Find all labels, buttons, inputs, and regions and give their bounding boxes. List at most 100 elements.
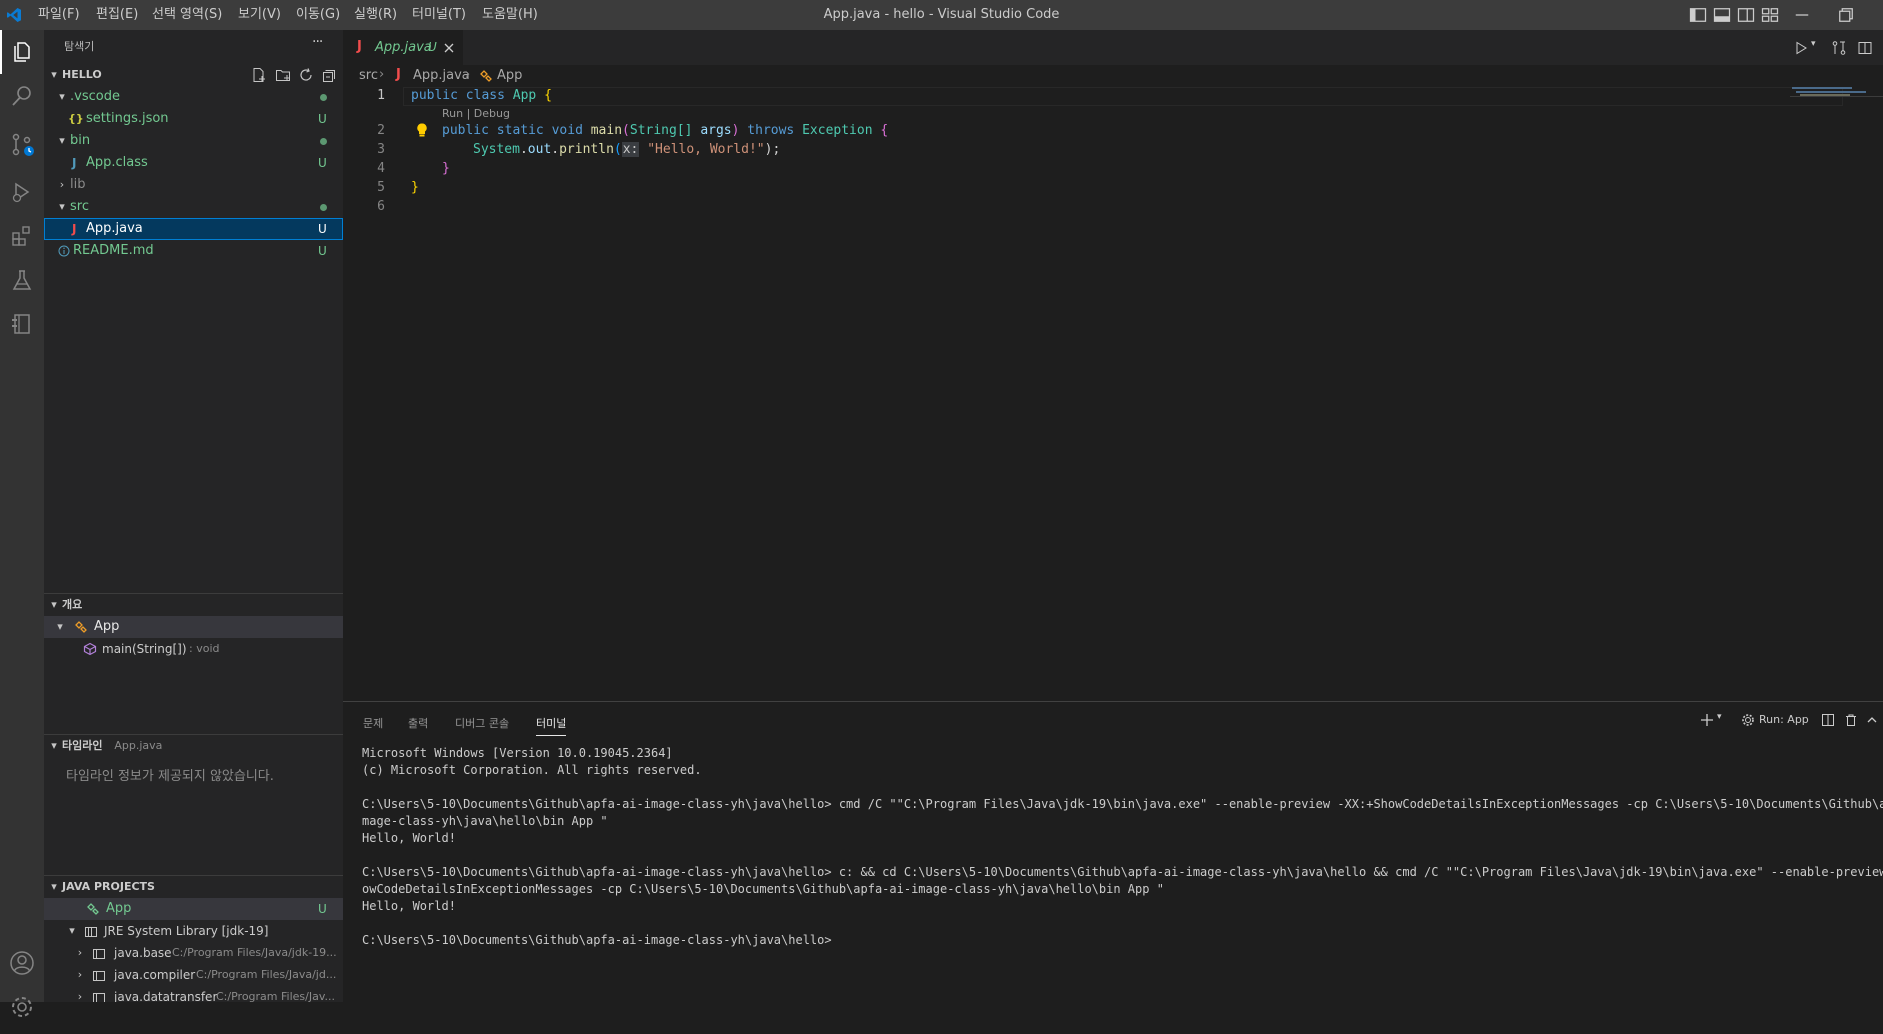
toggle-panel-icon[interactable] <box>1712 5 1732 25</box>
tree-item-vscode[interactable]: ▾ .vscode <box>44 86 343 108</box>
outline-item-method[interactable]: main(String[]) : void <box>44 638 343 660</box>
activity-extensions[interactable] <box>0 214 44 258</box>
gear-icon[interactable] <box>1741 713 1755 727</box>
code-line-3: System.out.println(x: "Hello, World!"); <box>473 142 781 157</box>
new-file-icon[interactable] <box>251 67 267 83</box>
status-dot <box>320 138 327 145</box>
activity-explorer[interactable] <box>0 30 44 74</box>
code-editor[interactable]: 1 public class App { Run | Debug 2 publi… <box>343 87 1883 697</box>
terminal-line: Hello, World! <box>362 831 456 845</box>
terminal-line: mage-class-yh\java\hello\bin App " <box>362 814 608 828</box>
chevron-down-icon: ▾ <box>57 620 63 633</box>
breadcrumb-src[interactable]: src <box>359 68 378 83</box>
chevron-down-icon[interactable]: ▾ <box>1717 712 1722 722</box>
menu-go[interactable]: 이동(G) <box>296 0 340 30</box>
info-icon <box>58 245 70 257</box>
menu-selection[interactable]: 선택 영역(S) <box>152 0 222 30</box>
codelens-run-debug[interactable]: Run | Debug <box>442 107 510 120</box>
menu-help[interactable]: 도움말(H) <box>482 0 538 30</box>
tree-item-bin[interactable]: ▾ bin <box>44 130 343 152</box>
menu-run[interactable]: 실행(R) <box>354 0 397 30</box>
toggle-secondary-sidebar-icon[interactable] <box>1736 5 1756 25</box>
menu-file[interactable]: 파일(F) <box>38 0 80 30</box>
module-path: C:/Program Files/Java/jdk-19... <box>172 946 337 959</box>
tab-output[interactable]: 출력 <box>408 715 428 731</box>
untracked-badge: U <box>318 222 327 236</box>
new-folder-icon[interactable] <box>275 67 291 83</box>
customize-layout-icon[interactable] <box>1760 5 1780 25</box>
terminal-line: C:\Users\5-10\Documents\Github\apfa-ai-i… <box>362 797 1883 811</box>
chevron-down-icon[interactable]: ▾ <box>1811 39 1816 49</box>
toggle-sidebar-icon[interactable] <box>1688 5 1708 25</box>
java-projects-icon <box>12 314 30 334</box>
activity-java-projects[interactable] <box>0 302 44 346</box>
module-java-compiler[interactable]: › java.compiler C:/Program Files/Java/jd… <box>44 964 343 986</box>
java-projects-header[interactable]: ▾ JAVA PROJECTS <box>44 876 343 898</box>
refresh-icon[interactable] <box>298 67 314 83</box>
terminal[interactable]: Microsoft Windows [Version 10.0.19045.23… <box>343 742 1883 1002</box>
tab-app-java[interactable]: J App.java U <box>343 30 463 65</box>
vscode-logo-icon <box>7 8 21 22</box>
tree-item-readme[interactable]: README.md U <box>44 240 343 262</box>
untracked-badge: U <box>318 156 327 170</box>
timeline-header[interactable]: ▾ 타임라인 App.java <box>44 735 343 757</box>
line-number: 5 <box>377 180 385 195</box>
java-project-app[interactable]: App U <box>44 898 343 920</box>
breadcrumb-file[interactable]: App.java <box>413 68 470 83</box>
tree-item-app-java[interactable]: J App.java U <box>44 218 343 240</box>
terminal-run-label[interactable]: Run: App <box>1759 713 1809 726</box>
tree-item-label: settings.json <box>86 111 169 126</box>
terminal-line: owCodeDetailsInExceptionMessages -cp C:\… <box>362 882 1164 896</box>
chevron-down-icon: ▾ <box>59 90 65 103</box>
module-java-base[interactable]: › java.base C:/Program Files/Java/jdk-19… <box>44 942 343 964</box>
chevron-down-icon: ▾ <box>51 598 57 611</box>
tree-item-settings-json[interactable]: {} settings.json U <box>44 108 343 130</box>
outline-class-label: App <box>94 619 120 634</box>
line-number: 2 <box>377 123 385 138</box>
more-actions-icon[interactable]: ··· <box>312 34 323 50</box>
timeline-empty-message: 타임라인 정보가 제공되지 않았습니다. <box>66 769 274 784</box>
line-number: 6 <box>377 199 385 214</box>
chevron-up-icon[interactable] <box>1865 713 1879 727</box>
tree-item-src[interactable]: ▾ src <box>44 196 343 218</box>
java-projects-title: JAVA PROJECTS <box>62 880 155 893</box>
restore-icon[interactable] <box>1836 5 1856 25</box>
tab-terminal[interactable]: 터미널 <box>536 715 567 736</box>
trash-icon[interactable] <box>1844 713 1858 727</box>
run-icon[interactable] <box>1793 40 1809 56</box>
minimap[interactable] <box>1790 87 1883 107</box>
tab-problems[interactable]: 문제 <box>363 715 383 731</box>
untracked-badge: U <box>318 112 327 126</box>
activity-accounts[interactable] <box>0 946 44 990</box>
activity-testing[interactable] <box>0 258 44 302</box>
menu-view[interactable]: 보기(V) <box>238 0 281 30</box>
activity-search[interactable] <box>0 74 44 118</box>
breadcrumb-class[interactable]: App <box>497 68 522 83</box>
outline-method-label: main(String[]) <box>102 642 187 656</box>
tree-item-app-class[interactable]: J App.class U <box>44 152 343 174</box>
activity-manage[interactable] <box>0 990 44 1034</box>
jre-library[interactable]: ▾ JRE System Library [jdk-19] <box>44 920 343 942</box>
add-terminal-icon[interactable] <box>1700 713 1714 727</box>
menu-edit[interactable]: 편집(E) <box>96 0 138 30</box>
tree-item-lib[interactable]: › lib <box>44 174 343 196</box>
lightbulb-icon[interactable] <box>415 122 429 138</box>
compare-changes-icon[interactable] <box>1831 40 1847 56</box>
outline-header[interactable]: ▾ 개요 <box>44 594 343 616</box>
inlay-hint: x: <box>621 142 640 157</box>
outline-item-class[interactable]: ▾ App <box>44 616 343 638</box>
minimize-icon[interactable] <box>1792 5 1812 25</box>
tab-debug-console[interactable]: 디버그 콘솔 <box>455 715 509 731</box>
activity-source-control[interactable] <box>0 122 44 166</box>
chevron-right-icon: › <box>77 990 83 1002</box>
menu-terminal[interactable]: 터미널(T) <box>412 0 466 30</box>
collapse-all-icon[interactable] <box>320 67 336 83</box>
account-icon <box>10 951 34 975</box>
module-java-datatransfer[interactable]: › java.datatransfer C:/Program Files/Jav… <box>44 986 343 1002</box>
close-icon[interactable] <box>443 42 455 54</box>
split-terminal-icon[interactable] <box>1821 713 1835 727</box>
split-editor-icon[interactable] <box>1857 40 1873 56</box>
code-line-1: public class App { <box>411 88 552 103</box>
activity-run-debug[interactable] <box>0 170 44 214</box>
module-name: java.compiler <box>114 968 196 982</box>
